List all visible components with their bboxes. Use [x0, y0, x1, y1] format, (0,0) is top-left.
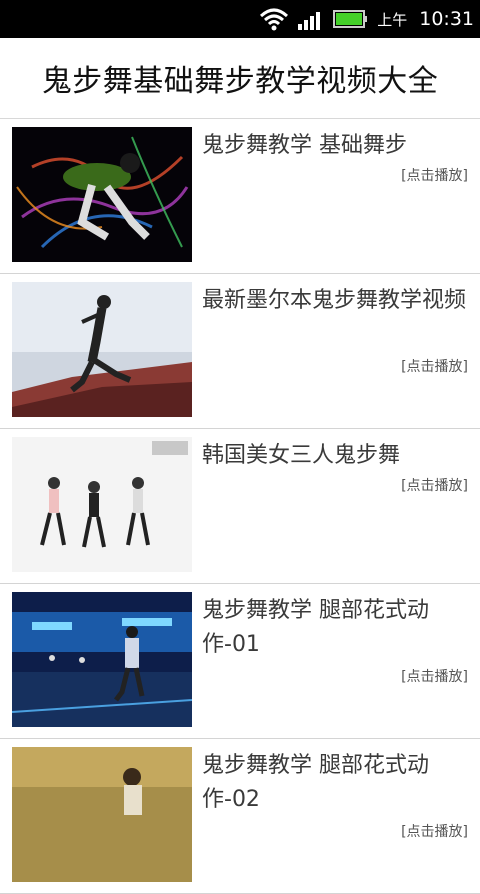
video-title[interactable]: 韩国美女三人鬼步舞 [202, 439, 474, 473]
video-thumbnail[interactable] [12, 592, 192, 727]
am-pm-label: 上午 [377, 10, 408, 29]
play-link[interactable]: [点击播放] [401, 475, 468, 495]
play-link[interactable]: [点击播放] [401, 666, 468, 686]
video-thumbnail[interactable] [12, 127, 192, 262]
video-title[interactable]: 鬼步舞教学 腿部花式动作-01 [202, 594, 474, 662]
play-link[interactable]: [点击播放] [401, 165, 468, 185]
video-title[interactable]: 最新墨尔本鬼步舞教学视频 [202, 284, 474, 318]
video-list: 鬼步舞教学 基础舞步 [点击播放] 最新墨尔本鬼步舞教学视频 [点击播放] 韩国… [0, 119, 480, 894]
status-bar: 上午 10:31 [0, 0, 480, 38]
video-title[interactable]: 鬼步舞教学 基础舞步 [202, 129, 474, 163]
video-item-2[interactable]: 最新墨尔本鬼步舞教学视频 [点击播放] [0, 274, 480, 429]
video-thumbnail[interactable] [12, 437, 192, 572]
page-title: 鬼步舞基础舞步教学视频大全 [41, 64, 439, 99]
video-item-3[interactable]: 韩国美女三人鬼步舞 [点击播放] [0, 429, 480, 584]
video-thumbnail[interactable] [12, 747, 192, 882]
play-link[interactable]: [点击播放] [401, 356, 468, 376]
battery-icon [333, 10, 368, 28]
wifi-icon [260, 8, 289, 31]
header: 鬼步舞基础舞步教学视频大全 [0, 38, 480, 119]
video-item-1[interactable]: 鬼步舞教学 基础舞步 [点击播放] [0, 119, 480, 274]
signal-icon [298, 12, 321, 30]
video-item-5[interactable]: 鬼步舞教学 腿部花式动作-02 [点击播放] [0, 739, 480, 894]
play-link[interactable]: [点击播放] [401, 821, 468, 841]
video-title[interactable]: 鬼步舞教学 腿部花式动作-02 [202, 749, 474, 817]
clock: 10:31 [419, 8, 474, 30]
video-thumbnail[interactable] [12, 282, 192, 417]
video-item-4[interactable]: 鬼步舞教学 腿部花式动作-01 [点击播放] [0, 584, 480, 739]
